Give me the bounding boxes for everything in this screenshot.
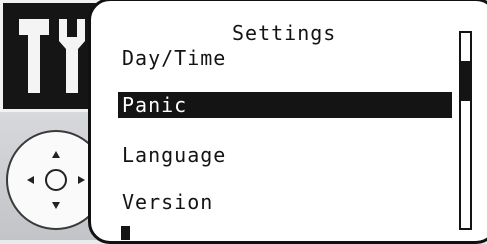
scrollbar[interactable]: [459, 31, 472, 230]
screen-title: Settings: [232, 21, 337, 45]
menu-item-day-time[interactable]: Day/Time: [122, 46, 226, 70]
device-panel: Settings Day/Time Panic Language Version: [0, 0, 487, 244]
screen-corner-mark: [121, 226, 130, 240]
tools-icon-glyph: [19, 19, 85, 93]
scrollbar-thumb[interactable]: [461, 61, 470, 101]
menu-item-panic[interactable]: Panic: [118, 92, 452, 118]
menu-item-version[interactable]: Version: [122, 190, 213, 214]
menu-item-language[interactable]: Language: [122, 143, 226, 167]
